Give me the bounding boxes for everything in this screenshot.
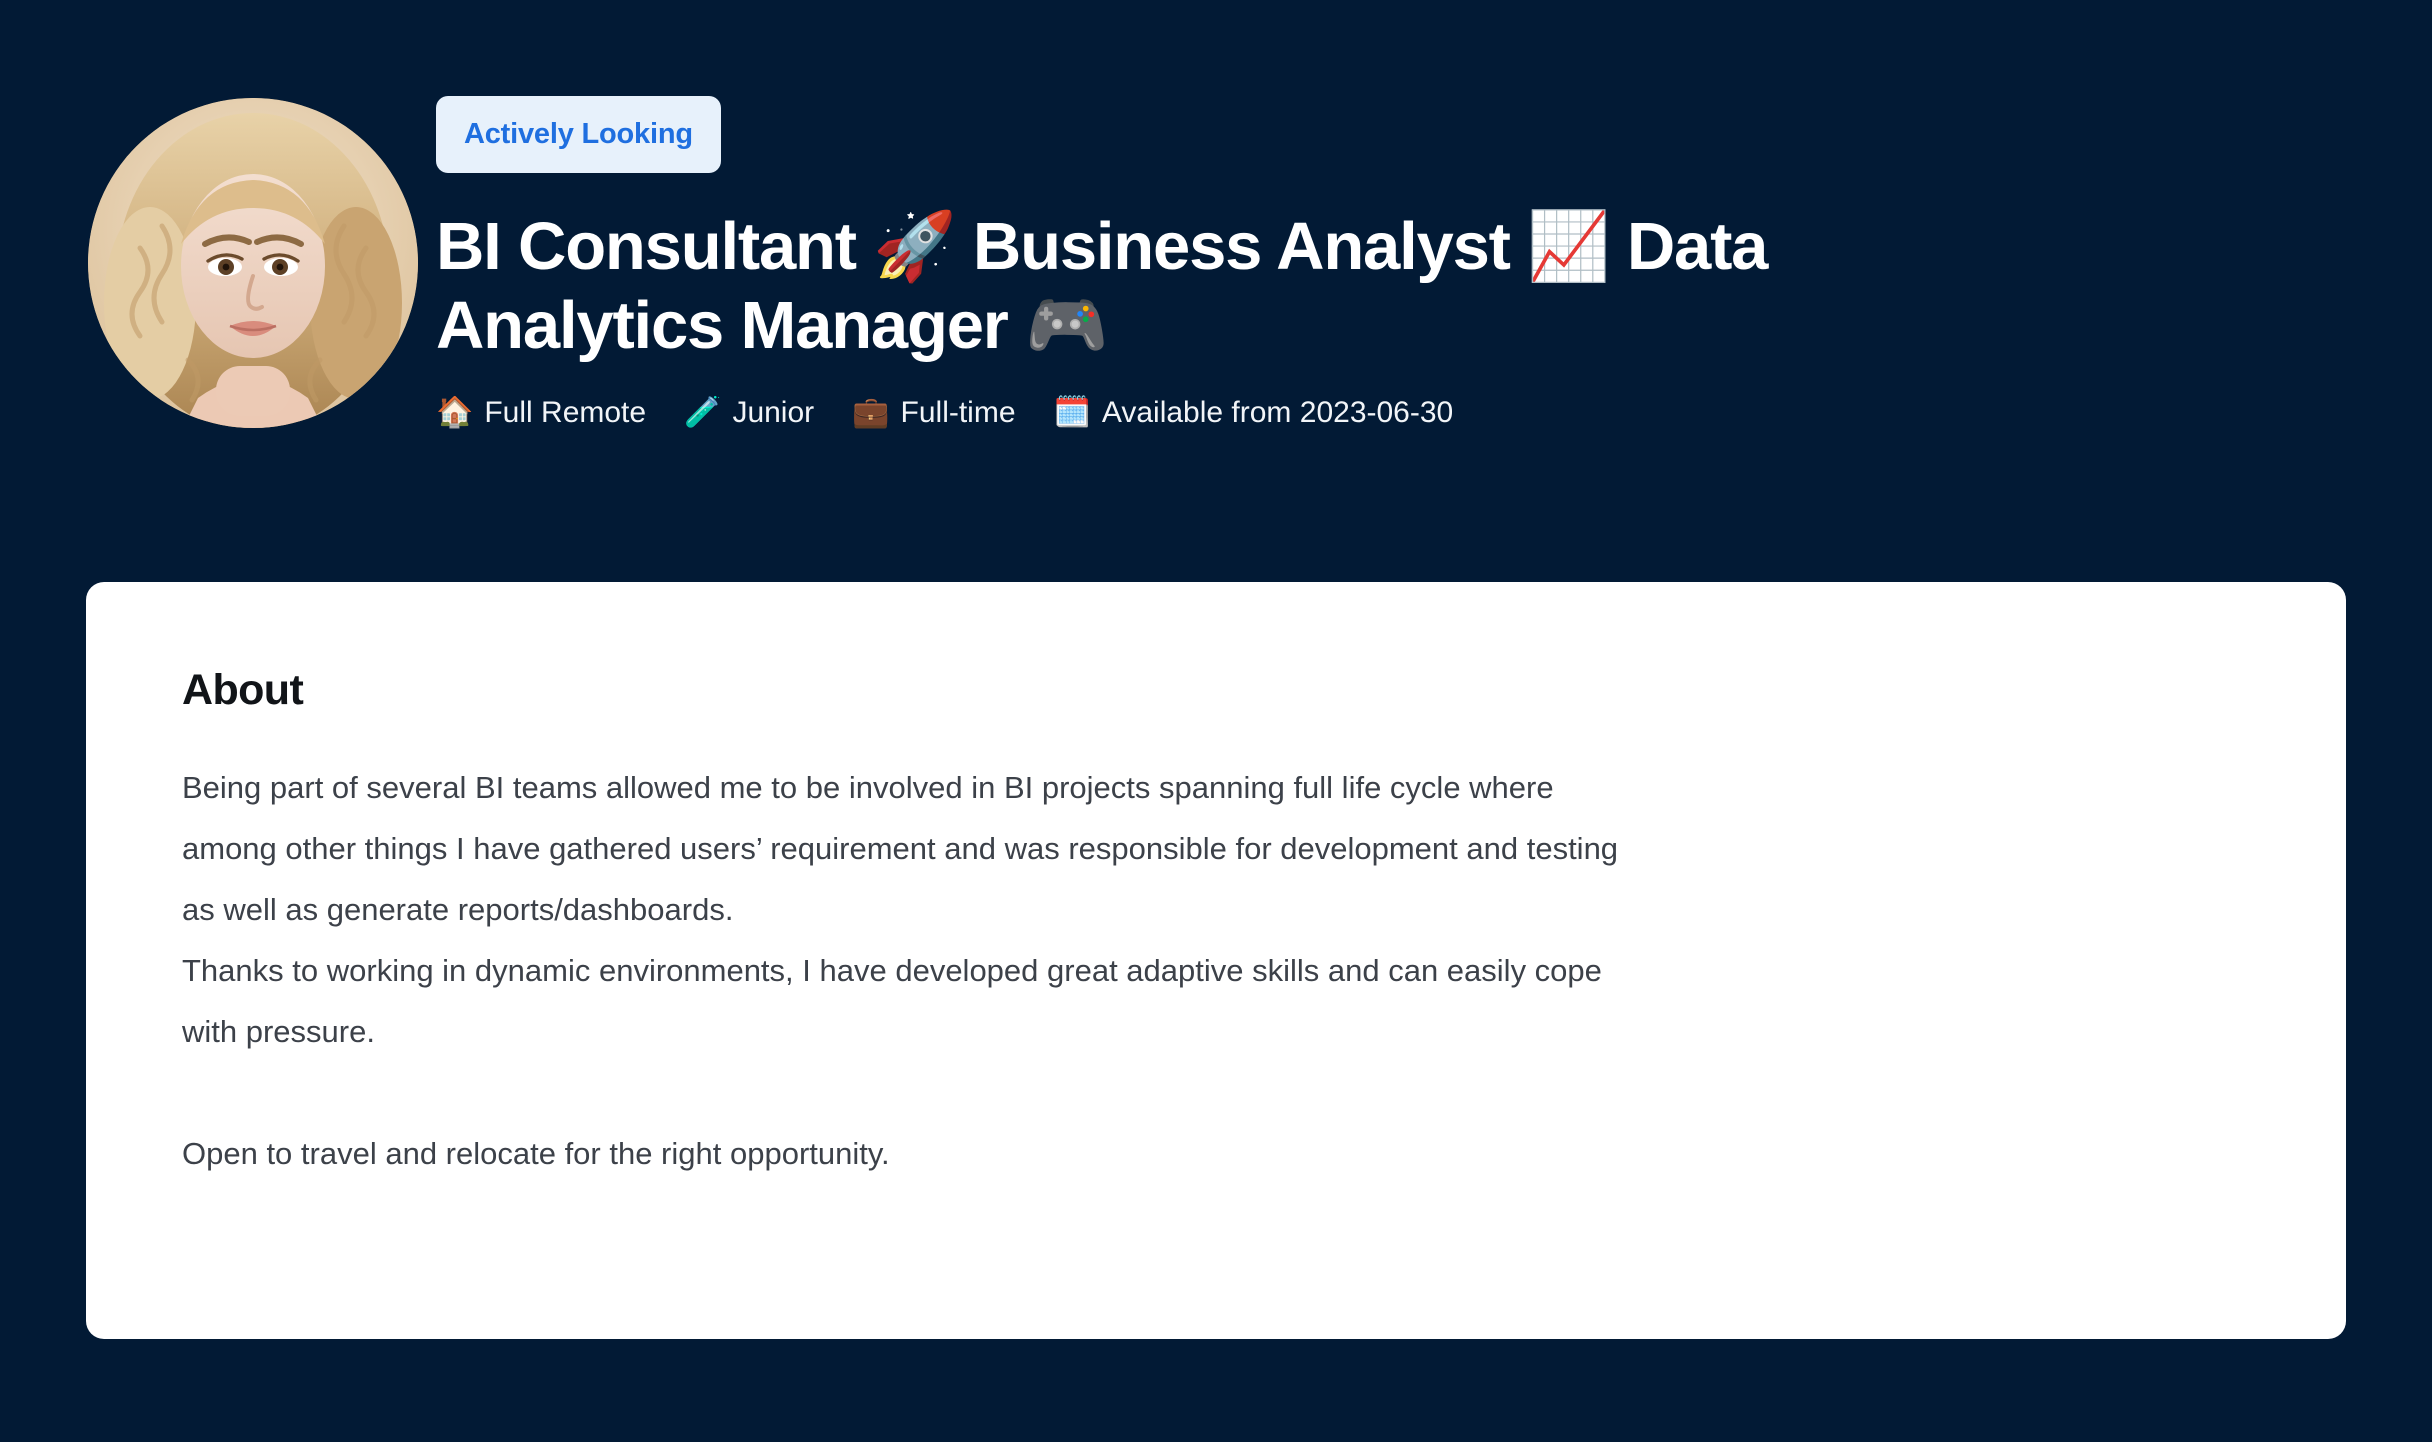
avatar-container <box>88 90 436 428</box>
meta-label-remote: Full Remote <box>484 396 647 430</box>
meta-label-availability: Available from 2023-06-30 <box>1101 396 1454 430</box>
meta-item-employment-type: 💼 Full-time <box>852 393 1015 432</box>
meta-label-seniority: Junior <box>732 396 815 430</box>
test-tube-icon: 🧪 <box>684 395 722 429</box>
house-icon: 🏠 <box>436 395 474 429</box>
avatar <box>88 98 418 428</box>
briefcase-icon: 💼 <box>852 395 890 429</box>
avatar-photo-icon <box>88 98 418 428</box>
meta-label-employment-type: Full-time <box>900 396 1016 430</box>
status-badge: Actively Looking <box>436 96 721 173</box>
about-body-text: Being part of several BI teams allowed m… <box>182 770 1619 1172</box>
about-heading: About <box>182 666 304 714</box>
meta-item-remote: 🏠 Full Remote <box>436 393 646 432</box>
page-title: BI Consultant 🚀 Business Analyst 📈 Data … <box>436 209 1768 364</box>
profile-header-body: Actively Looking BI Consultant 🚀 Busines… <box>436 90 2432 432</box>
calendar-icon: 🗓️ <box>1053 395 1091 429</box>
profile-page: Actively Looking BI Consultant 🚀 Busines… <box>0 0 2432 1442</box>
meta-item-availability: 🗓️ Available from 2023-06-30 <box>1054 393 1454 432</box>
profile-header: Actively Looking BI Consultant 🚀 Busines… <box>0 0 2432 432</box>
meta-item-seniority: 🧪 Junior <box>684 393 814 432</box>
about-card: About Being part of several BI teams all… <box>86 582 2346 1339</box>
profile-meta-row: 🏠 Full Remote 🧪 Junior 💼 Full-time 🗓️ Av… <box>436 393 2432 432</box>
